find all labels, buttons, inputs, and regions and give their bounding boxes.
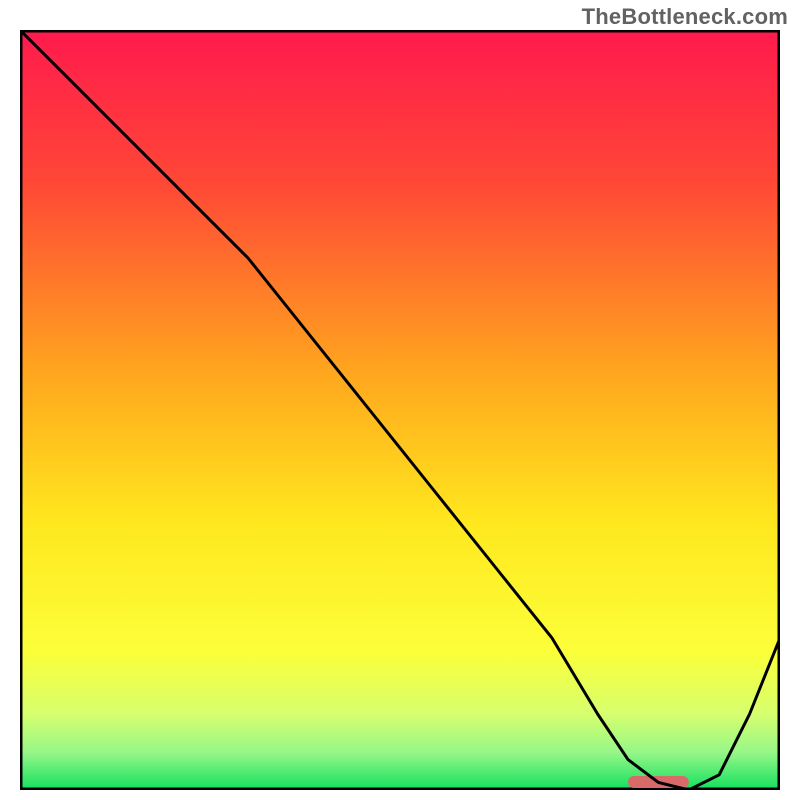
chart-svg <box>20 30 780 790</box>
bottleneck-chart <box>20 30 780 790</box>
watermark-text: TheBottleneck.com <box>582 4 788 30</box>
